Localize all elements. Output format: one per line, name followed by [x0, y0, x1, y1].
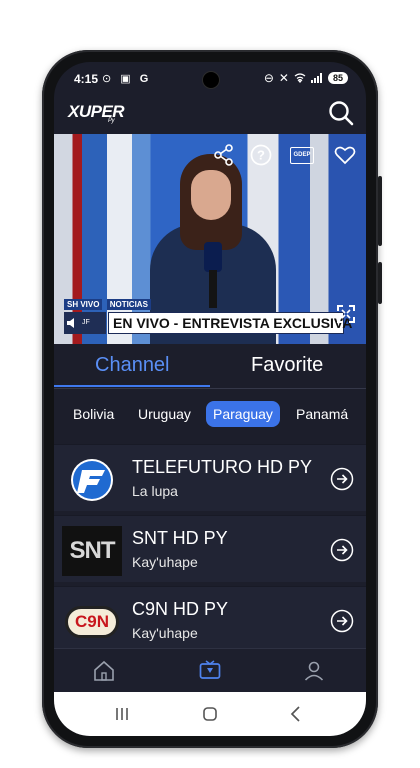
channel-program: Kay'uhape: [132, 625, 198, 641]
volume-button: [378, 176, 382, 246]
phone-screen: 4:15 ⊙ ▣ G ⊖ ✕ 85 XUPER Py ? GDEP SH VIV…: [54, 62, 366, 736]
tab-channel[interactable]: Channel: [95, 354, 170, 377]
news-headline: EN VIVO - ENTREVISTA EXCLUSIVA: [108, 312, 352, 334]
help-icon[interactable]: ?: [250, 144, 272, 166]
channel-corner-box: JF: [64, 312, 106, 334]
power-button: [378, 262, 382, 304]
c9n-logo: C9N: [62, 597, 122, 647]
status-left-icons: ⊙ ▣ G: [102, 72, 151, 85]
battery-level: 85: [327, 72, 348, 84]
corner-mark: JF: [82, 319, 90, 326]
profile-icon[interactable]: [302, 659, 326, 683]
active-tab-indicator: [54, 385, 210, 387]
video-frame-microphone: [204, 242, 222, 272]
live-tv-icon[interactable]: [198, 659, 222, 683]
channel-favorite-tabs: Channel Favorite: [54, 344, 366, 389]
fullscreen-icon[interactable]: [336, 304, 356, 324]
front-camera: [202, 71, 220, 89]
status-right-icons: ⊖ ✕ 85: [264, 71, 348, 85]
search-icon[interactable]: [328, 100, 354, 126]
mute-icon: ✕: [278, 71, 289, 85]
share-icon[interactable]: [214, 144, 234, 166]
channel-name: TELEFUTURO HD PY: [132, 457, 313, 477]
home-icon[interactable]: [92, 659, 116, 683]
country-chip-bolivia[interactable]: Bolivia: [73, 401, 114, 427]
arrow-right-circle-icon[interactable]: [330, 609, 354, 633]
back-icon[interactable]: [286, 704, 306, 724]
channel-row[interactable]: C9N C9N HD PY Kay'uhape: [54, 586, 366, 649]
country-chip-paraguay[interactable]: Paraguay: [206, 401, 280, 427]
wifi-icon: [294, 73, 306, 83]
snt-logo: SNT: [62, 526, 122, 576]
svg-text:?: ?: [257, 148, 265, 163]
video-player[interactable]: ? GDEP SH VIVO NOTICIAS JF EN VIVO - ENT…: [54, 134, 366, 344]
notification-icon: ▣: [120, 73, 134, 85]
video-frame-anchor-face: [191, 170, 231, 220]
c9n-logo-text: C9N: [74, 612, 109, 631]
channel-name: C9N HD PY: [132, 599, 229, 619]
screen-record-icon: ⊙: [102, 73, 115, 85]
tab-favorite[interactable]: Favorite: [251, 354, 323, 377]
arrow-right-circle-icon[interactable]: [330, 467, 354, 491]
dnd-icon: ⊖: [263, 71, 274, 85]
news-tag: NOTICIAS: [106, 299, 151, 310]
app-bar: XUPER Py: [54, 96, 366, 134]
signal-icon: [310, 73, 322, 83]
news-tags: SH VIVO NOTICIAS: [64, 299, 153, 310]
speaker-icon: [67, 318, 74, 328]
country-filter: Bolivia Uruguay Paraguay Panamá: [54, 388, 366, 440]
system-navigation-bar: [54, 692, 366, 736]
channel-program: La lupa: [132, 483, 178, 499]
channel-program: Kay'uhape: [132, 554, 198, 570]
telefuturo-logo: [71, 459, 113, 501]
favorite-heart-icon[interactable]: [334, 144, 356, 166]
channel-row[interactable]: TELEFUTURO HD PY La lupa: [54, 444, 366, 511]
bottom-navigation: [54, 648, 366, 693]
country-chip-uruguay[interactable]: Uruguay: [138, 401, 191, 427]
country-chip-panama[interactable]: Panamá: [296, 401, 348, 427]
channel-row[interactable]: SNT SNT HD PY Kay'uhape: [54, 515, 366, 582]
quality-badge[interactable]: GDEP: [290, 147, 314, 164]
app-logo: XUPER Py: [68, 102, 125, 124]
logo-subtext: Py: [108, 118, 115, 124]
news-tag: SH VIVO: [64, 299, 103, 310]
snt-logo-text: SNT: [69, 537, 116, 564]
status-bar: 4:15 ⊙ ▣ G ⊖ ✕ 85: [54, 62, 366, 96]
home-button-icon[interactable]: [200, 704, 220, 724]
recent-apps-icon[interactable]: [112, 704, 132, 724]
arrow-right-circle-icon[interactable]: [330, 538, 354, 562]
news-lower-third: SH VIVO NOTICIAS JF EN VIVO - ENTREVISTA…: [64, 299, 356, 334]
logo-text: XUPER: [68, 102, 125, 121]
google-icon: G: [139, 73, 152, 85]
status-time: 4:15: [74, 72, 99, 86]
channel-name: SNT HD PY: [132, 528, 228, 548]
